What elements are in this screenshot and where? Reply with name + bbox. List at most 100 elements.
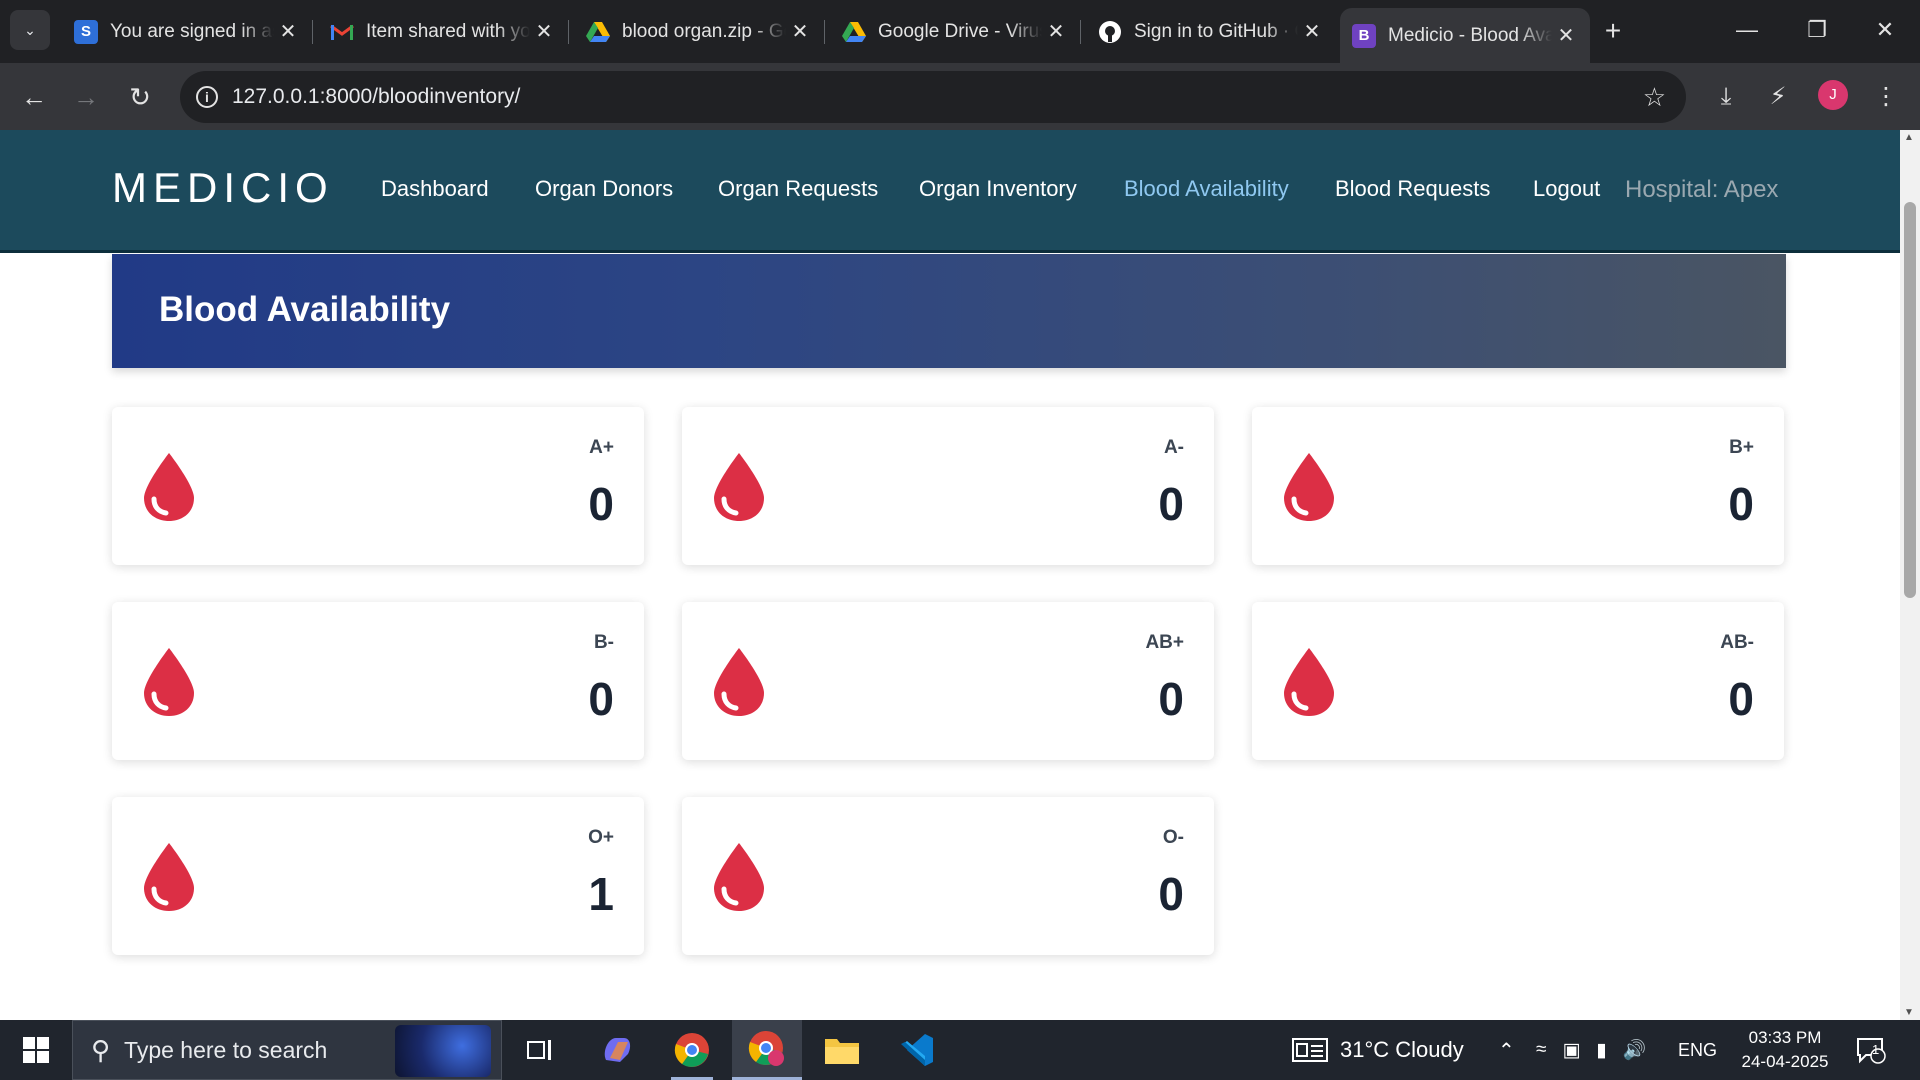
vscode-app[interactable] <box>882 1020 952 1080</box>
google-drive-icon <box>842 20 866 44</box>
blood-drop-icon <box>714 843 764 911</box>
task-view-button[interactable] <box>505 1020 575 1080</box>
blood-units-count: 1 <box>588 868 614 920</box>
blood-group-card: A- 0 <box>682 407 1214 565</box>
show-hidden-icons-button[interactable]: ⌃ <box>1498 1020 1515 1080</box>
blood-group-label: O+ <box>588 827 614 848</box>
windows-taskbar: ⚲ Type here to search 31°C Cloudy ⌃ ≈ ▣ … <box>0 1020 1920 1080</box>
notification-icon <box>1857 1038 1886 1064</box>
nav-organ-requests[interactable]: Organ Requests <box>718 176 878 202</box>
site-logo[interactable]: MEDICIO <box>112 164 334 212</box>
restore-window-button[interactable]: ❐ <box>1782 0 1852 60</box>
browser-tab-active[interactable]: B Medicio - Blood Availability ✕ <box>1340 8 1590 63</box>
blood-units-count: 0 <box>1728 478 1754 530</box>
nav-blood-requests[interactable]: Blood Requests <box>1335 176 1490 202</box>
performance-icon[interactable]: ⚡ <box>1758 77 1798 117</box>
nav-blood-availability[interactable]: Blood Availability <box>1124 176 1289 202</box>
clock-time: 03:33 PM <box>1748 1028 1822 1047</box>
tab-search-button[interactable]: ⌄ <box>10 10 50 50</box>
page-scrollbar[interactable]: ▲ ▼ <box>1900 130 1920 1020</box>
close-icon[interactable]: ✕ <box>1552 23 1580 48</box>
close-window-button[interactable]: ✕ <box>1850 0 1920 60</box>
copilot-app[interactable] <box>582 1020 652 1080</box>
blood-drop-icon <box>1284 453 1334 521</box>
nav-dashboard[interactable]: Dashboard <box>381 176 489 202</box>
chevron-up-icon: ⌃ <box>1498 1039 1515 1062</box>
close-icon[interactable]: ✕ <box>274 19 302 44</box>
new-tab-button[interactable]: + <box>1596 14 1630 48</box>
blood-group-card: A+ 0 <box>112 407 644 565</box>
tab-favicon-icon: B <box>1352 23 1376 48</box>
more-menu-icon[interactable]: ⋮ <box>1866 77 1906 117</box>
taskbar-clock[interactable]: 03:33 PM 24-04-2025 <box>1730 1026 1840 1074</box>
close-icon[interactable]: ✕ <box>530 19 558 44</box>
restore-icon: ❐ <box>1807 17 1827 42</box>
task-view-icon <box>527 1040 551 1060</box>
nav-logout[interactable]: Logout <box>1533 176 1600 202</box>
browser-tab[interactable]: Google Drive - Virus scan warning ✕ <box>830 8 1080 55</box>
blood-group-label: A+ <box>589 437 614 458</box>
page-viewport: MEDICIO Dashboard Organ Donors Organ Req… <box>0 130 1900 1020</box>
address-bar[interactable]: i 127.0.0.1:8000/bloodinventory/ ☆ <box>180 71 1686 123</box>
language-indicator[interactable]: ENG <box>1678 1020 1717 1080</box>
browser-tab[interactable]: Item shared with you ✕ <box>318 8 568 55</box>
network-icon[interactable]: ▣ <box>1562 1039 1580 1062</box>
tab-title: You are signed in as <box>110 20 274 42</box>
tab-title: blood organ.zip - Google Drive <box>622 20 786 42</box>
blood-drop-icon <box>144 648 194 716</box>
browser-tab[interactable]: S You are signed in as ✕ <box>62 8 312 55</box>
wifi-icon[interactable]: ≈ <box>1536 1039 1546 1061</box>
tab-title: Medicio - Blood Availability <box>1388 24 1552 46</box>
tab-title: Sign in to GitHub · GitHub <box>1134 20 1298 42</box>
chrome-profile-app[interactable] <box>732 1020 802 1080</box>
scroll-down-icon[interactable]: ▼ <box>1904 1007 1914 1018</box>
gmail-icon <box>330 20 354 44</box>
battery-icon[interactable]: ▮ <box>1596 1039 1606 1062</box>
page-title-banner: Blood Availability <box>112 254 1786 368</box>
bookmark-star-icon[interactable]: ☆ <box>1643 82 1666 113</box>
scroll-up-icon[interactable]: ▲ <box>1904 132 1914 143</box>
start-button[interactable] <box>10 1028 62 1072</box>
browser-tab[interactable]: blood organ.zip - Google Drive ✕ <box>574 8 824 55</box>
blood-units-count: 0 <box>1158 868 1184 920</box>
browser-tab[interactable]: Sign in to GitHub · GitHub ✕ <box>1086 8 1336 55</box>
notification-count: 1 <box>1872 1042 1880 1057</box>
news-weather-icon <box>1292 1038 1328 1062</box>
system-tray-icons: ≈ ▣ ▮ 🔊 <box>1536 1020 1647 1080</box>
tab-divider <box>824 20 825 44</box>
reload-button[interactable]: ↻ <box>120 77 160 117</box>
url-text[interactable]: 127.0.0.1:8000/bloodinventory/ <box>232 85 1643 109</box>
download-icon[interactable]: ⤓ <box>1706 77 1746 117</box>
google-drive-icon <box>586 20 610 44</box>
site-info-icon[interactable]: i <box>196 86 218 108</box>
weather-text: 31°C Cloudy <box>1340 1037 1464 1062</box>
taskbar-search-box[interactable]: ⚲ Type here to search <box>72 1020 502 1080</box>
arrow-right-icon: → <box>73 82 99 112</box>
chrome-app[interactable] <box>657 1020 727 1080</box>
reload-icon: ↻ <box>129 82 151 112</box>
nav-organ-donors[interactable]: Organ Donors <box>535 176 673 202</box>
close-icon[interactable]: ✕ <box>786 19 814 44</box>
close-icon[interactable]: ✕ <box>1298 19 1326 44</box>
close-icon: ✕ <box>1875 17 1895 42</box>
search-highlight-image <box>395 1025 491 1077</box>
notifications-button[interactable]: 1 <box>1856 1020 1886 1080</box>
nav-organ-inventory[interactable]: Organ Inventory <box>919 176 1077 202</box>
blood-drop-icon <box>714 648 764 716</box>
close-icon[interactable]: ✕ <box>1042 19 1070 44</box>
volume-icon[interactable]: 🔊 <box>1623 1038 1647 1062</box>
weather-widget[interactable]: 31°C Cloudy <box>1292 1020 1464 1080</box>
forward-button[interactable]: → <box>66 77 106 117</box>
scrollbar-thumb[interactable] <box>1904 202 1916 598</box>
file-explorer-app[interactable] <box>807 1020 877 1080</box>
blood-drop-icon <box>714 453 764 521</box>
blood-group-card: AB- 0 <box>1252 602 1784 760</box>
minimize-window-button[interactable]: — <box>1712 0 1782 60</box>
windows-logo-icon <box>23 1037 49 1063</box>
back-button[interactable]: ← <box>14 77 54 117</box>
blood-drop-icon <box>144 453 194 521</box>
blood-group-label: AB+ <box>1145 632 1184 653</box>
profile-avatar[interactable]: J <box>1818 80 1848 110</box>
chrome-icon <box>674 1033 709 1067</box>
blood-group-label: O- <box>1162 827 1184 848</box>
